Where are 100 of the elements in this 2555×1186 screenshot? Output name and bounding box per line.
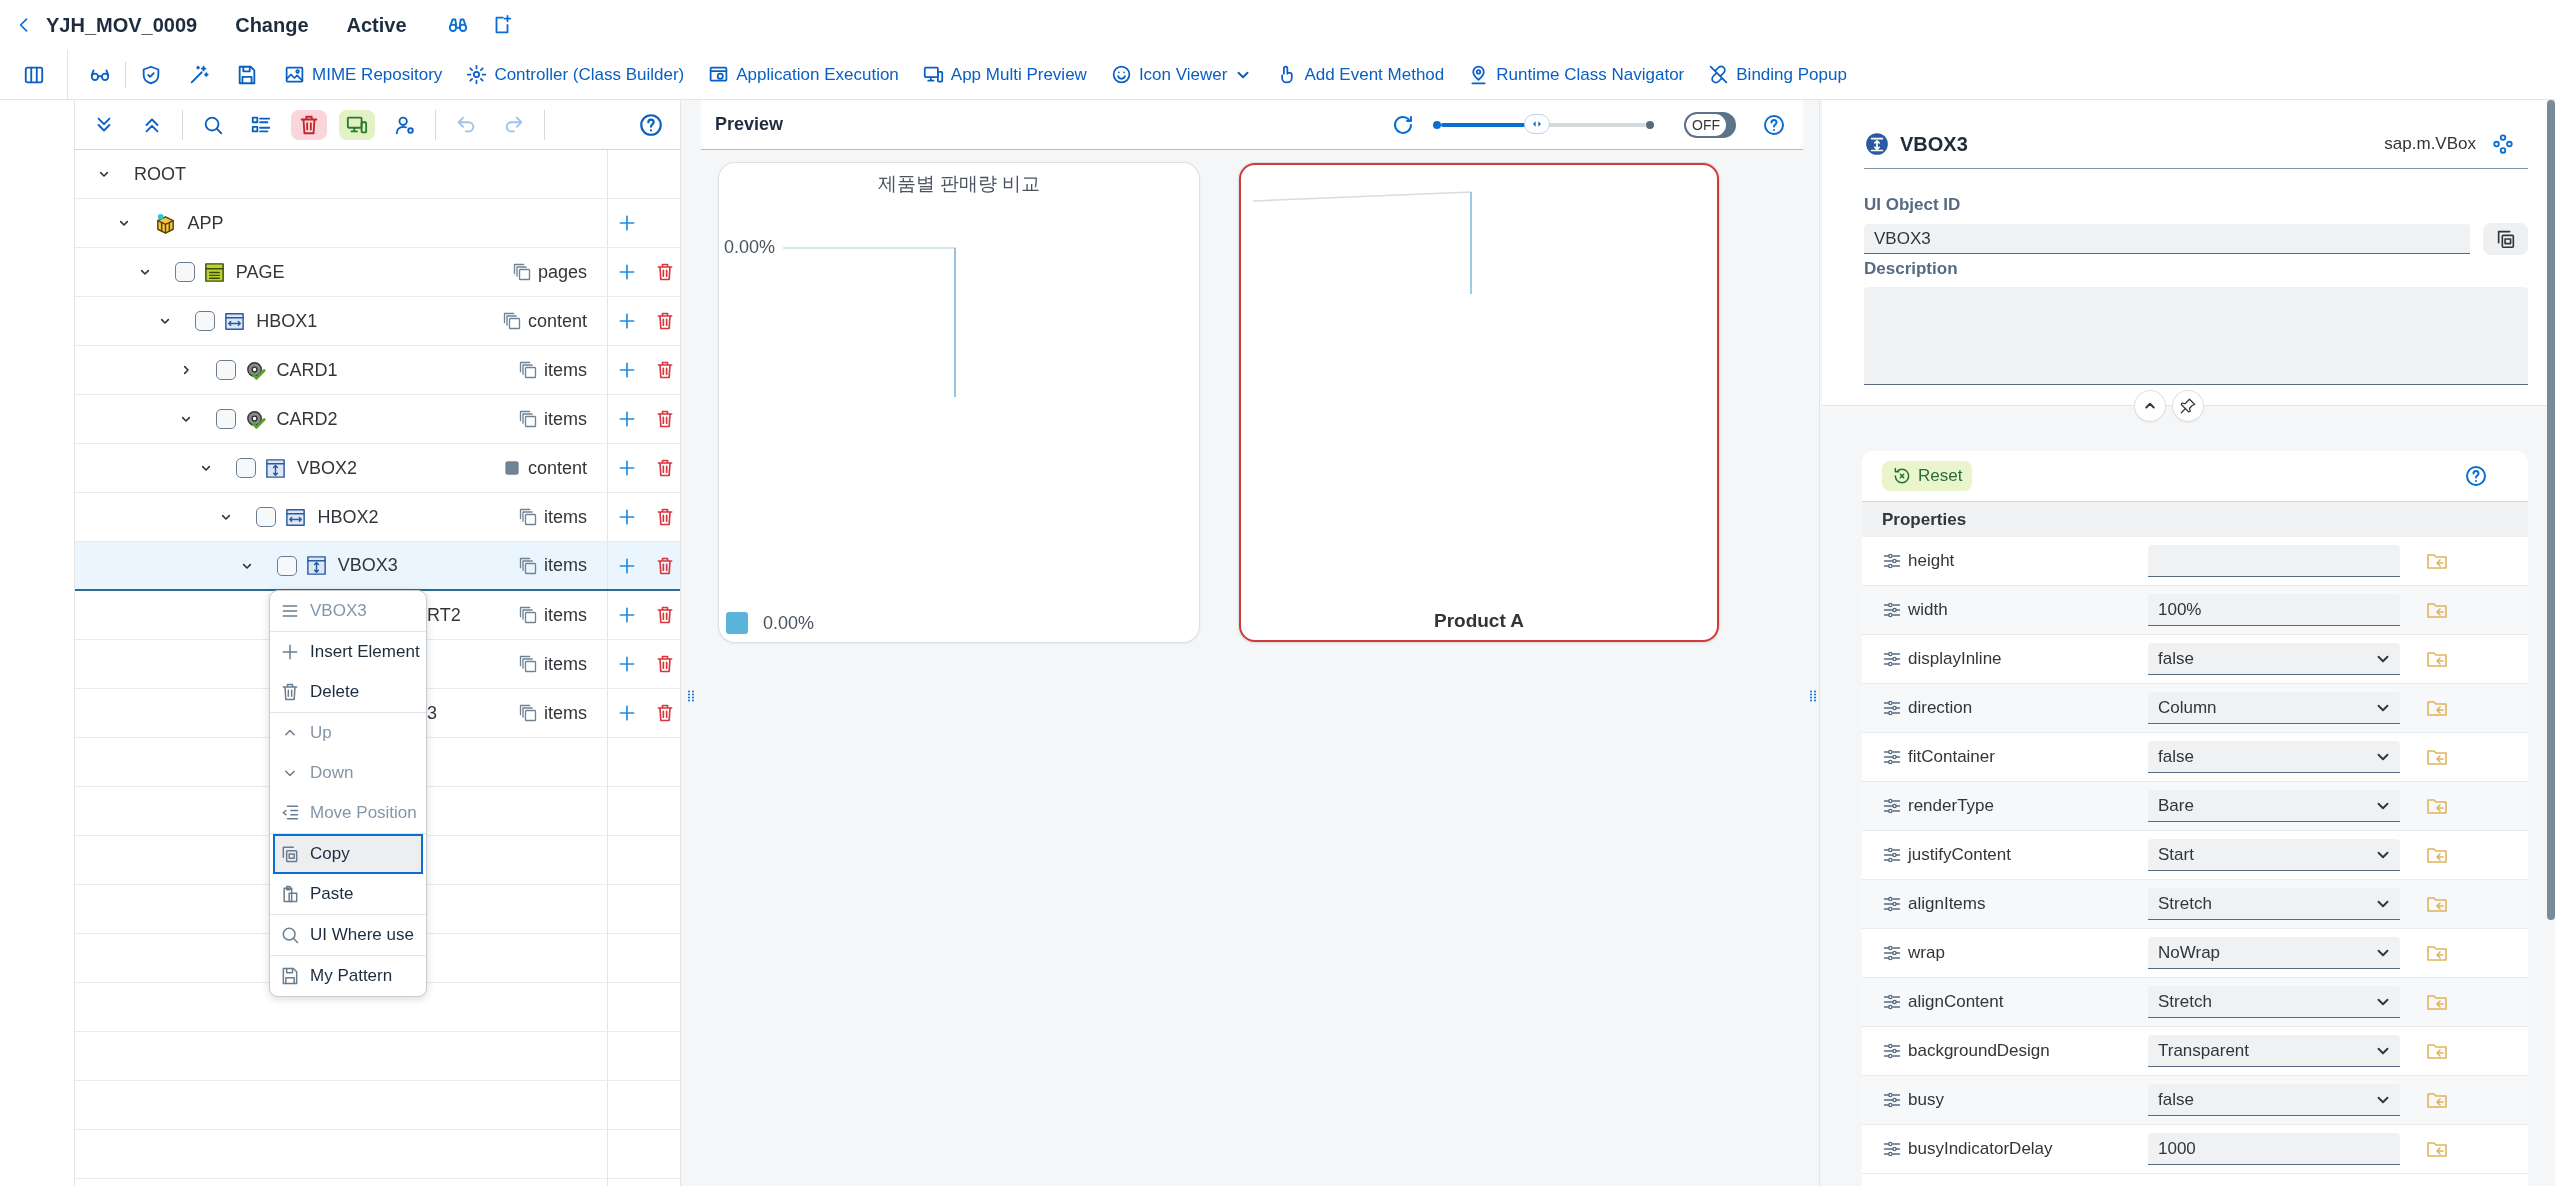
tree-row[interactable]: ROOT [75, 150, 680, 199]
help-icon[interactable] [2464, 464, 2488, 488]
vertical-box-icon [1864, 131, 1890, 157]
delete-icon[interactable] [655, 409, 675, 429]
shield-icon[interactable] [140, 63, 162, 86]
node-label: PAGE [235, 261, 285, 283]
checkbox[interactable] [276, 555, 297, 576]
checkbox[interactable] [215, 360, 236, 380]
select-field[interactable]: false [2148, 643, 2400, 675]
toolbar-button[interactable]: Controller (Class Builder) [466, 64, 685, 85]
move-icon [280, 803, 300, 823]
add-icon[interactable] [617, 360, 637, 380]
splitter-handle[interactable] [1807, 690, 1819, 702]
select-field[interactable]: Bare [2148, 790, 2400, 822]
add-icon[interactable] [617, 262, 637, 282]
add-icon[interactable] [617, 409, 637, 429]
stacked-squares-icon [518, 409, 538, 429]
device-button[interactable] [339, 109, 375, 140]
save-icon[interactable] [236, 63, 258, 86]
toolbar-button[interactable]: MIME Repository [284, 64, 443, 85]
delete-icon[interactable] [655, 262, 675, 282]
splitter-handle[interactable] [685, 690, 697, 702]
checkbox[interactable] [174, 262, 195, 282]
add-icon[interactable] [617, 507, 637, 527]
property-icon [1882, 747, 1902, 767]
select-field[interactable]: Stretch [2148, 986, 2400, 1018]
help-icon[interactable] [638, 111, 664, 138]
menu-item[interactable]: UI Where use [273, 915, 423, 955]
toggle-switch[interactable]: OFF [1684, 111, 1736, 138]
menu-item[interactable]: Delete [273, 672, 423, 712]
select-field[interactable]: NoWrap [2148, 937, 2400, 969]
add-icon[interactable] [617, 311, 637, 331]
input-field[interactable]: 100% [2148, 594, 2400, 626]
input-field[interactable]: VBOX3 [1864, 224, 2470, 254]
tree-row[interactable]: PAGE pages [75, 248, 680, 297]
toolbar-button[interactable]: App Multi Preview [922, 64, 1087, 85]
select-field[interactable]: Stretch [2148, 888, 2400, 920]
add-icon[interactable] [617, 703, 637, 723]
add-icon[interactable] [617, 458, 637, 478]
tree-row[interactable]: CARD1 items [75, 346, 680, 395]
toolbar-button[interactable]: Runtime Class Navigator [1468, 64, 1685, 85]
menu-item[interactable]: Copy [273, 834, 423, 874]
category-label: Product A [1432, 610, 1526, 633]
checkbox[interactable] [256, 507, 277, 527]
add-icon[interactable] [617, 654, 637, 674]
delete-icon[interactable] [655, 360, 675, 380]
help-icon[interactable] [1762, 112, 1786, 137]
checkbox[interactable] [236, 458, 256, 478]
select-field[interactable]: Start [2148, 839, 2400, 871]
zoom-slider[interactable] [1433, 112, 1654, 137]
tree-row[interactable]: CARD2 items [75, 395, 680, 444]
scrollbar[interactable] [2547, 100, 2555, 920]
property-icon [1882, 796, 1902, 816]
property-icon [1882, 600, 1902, 620]
unpin-button[interactable] [2172, 391, 2203, 421]
checkbox[interactable] [195, 311, 216, 331]
delete-icon[interactable] [655, 458, 675, 478]
delete-icon[interactable] [655, 605, 675, 625]
input-field[interactable]: 1000 [2148, 1133, 2400, 1165]
select-field[interactable]: false [2148, 741, 2400, 773]
binding-label: pages [537, 261, 587, 283]
cluster-icon[interactable] [2492, 133, 2514, 155]
delete-button[interactable] [291, 109, 327, 140]
delete-icon[interactable] [655, 703, 675, 723]
select-field[interactable]: false [2148, 1084, 2400, 1116]
window-icon [708, 64, 730, 85]
select-field[interactable]: Transparent [2148, 1035, 2400, 1067]
delete-icon[interactable] [655, 311, 675, 331]
delete-icon[interactable] [655, 654, 675, 674]
binding-label: content [527, 457, 587, 479]
binding-label: items [544, 604, 587, 626]
copy-button[interactable] [2483, 223, 2528, 255]
delete-icon[interactable] [655, 555, 675, 576]
tree-row[interactable]: VBOX3 items [75, 542, 680, 591]
reset-button[interactable]: Reset [1882, 461, 1973, 491]
chart-card[interactable]: Product A [1239, 163, 1719, 642]
add-icon[interactable] [617, 605, 637, 625]
toolbar-button[interactable]: Icon Viewer [1110, 64, 1253, 85]
checkbox[interactable] [215, 409, 236, 429]
add-icon[interactable] [617, 213, 637, 233]
tree-row[interactable]: VBOX2 content [75, 444, 680, 493]
toolbar-button[interactable]: Application Execution [708, 64, 899, 85]
chart-title: 제품별 판매량 비교 [876, 172, 1042, 196]
toolbar-button[interactable]: Add Event Method [1276, 64, 1445, 85]
menu-item[interactable]: Paste [273, 874, 423, 914]
menu-item[interactable]: Insert Element [273, 632, 423, 672]
delete-icon[interactable] [655, 507, 675, 527]
select-field[interactable]: Column [2148, 692, 2400, 724]
magic-wand-icon[interactable] [188, 63, 210, 86]
menu-item[interactable]: My Pattern [273, 956, 423, 996]
node-label: RT2 [427, 604, 461, 626]
stacked-squares-icon [518, 654, 538, 674]
chart-card[interactable]: 제품별 판매량 비교 0.00% 0.00% [719, 163, 1199, 642]
tree-row[interactable]: HBOX1 content [75, 297, 680, 346]
property-icon [1882, 1139, 1902, 1159]
collapse-button[interactable] [2134, 391, 2165, 421]
property-icon [1882, 698, 1902, 718]
tree-row[interactable]: APP [75, 199, 680, 248]
toolbar-button[interactable]: Binding Popup [1708, 64, 1847, 85]
input-field[interactable] [2148, 545, 2400, 577]
